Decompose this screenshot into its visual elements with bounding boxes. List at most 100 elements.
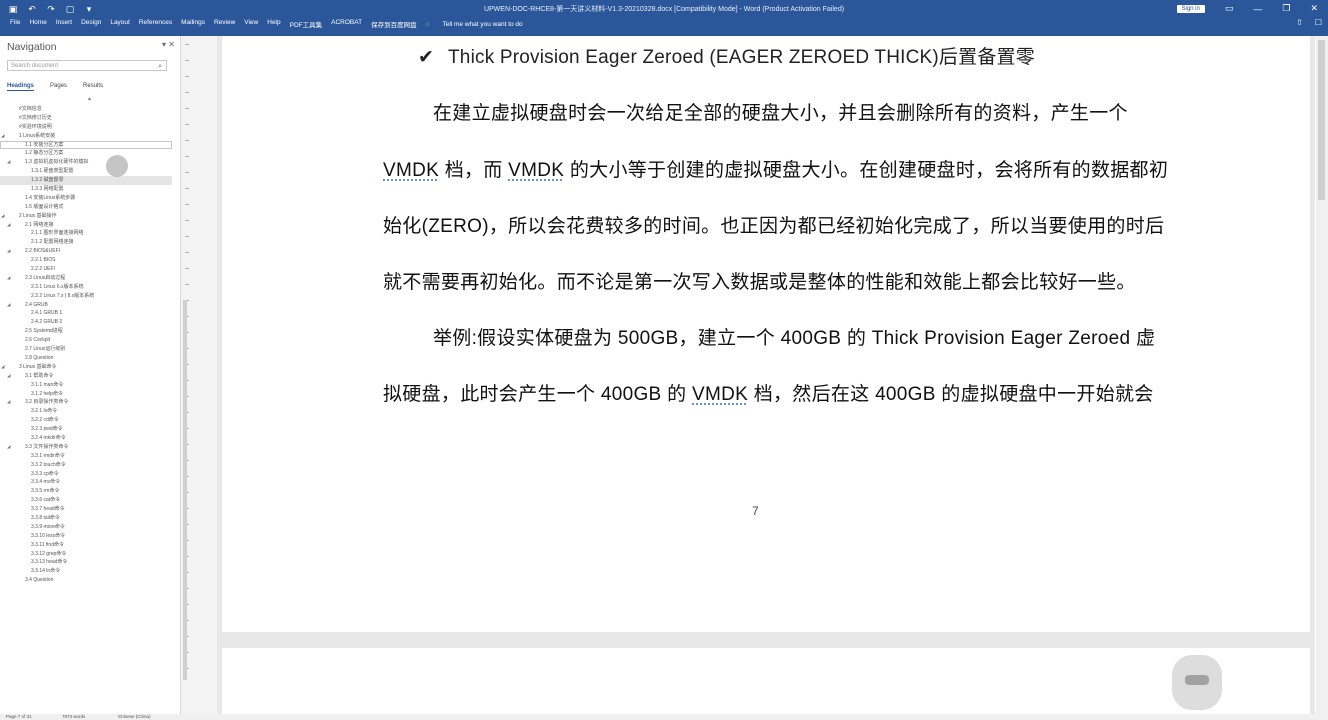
scroll-up-icon[interactable]: ▲ — [87, 96, 92, 102]
language[interactable]: Chinese (China) — [118, 714, 151, 719]
sign-in-button[interactable]: Sign in — [1176, 4, 1205, 13]
tab-layout[interactable]: Layout — [110, 19, 139, 29]
nav-heading-item[interactable]: 2.3.1 Linux 6.x版本系统 — [0, 283, 172, 292]
nav-heading-item[interactable]: 3.3.11 find命令 — [0, 541, 172, 550]
nav-heading-item[interactable]: 1.2 静态分区方案 — [0, 149, 172, 158]
nav-heading-item[interactable]: 3.3.10 less命令 — [0, 532, 172, 541]
nav-heading-item[interactable]: 3.2.2 cd命令 — [0, 416, 172, 425]
nav-heading-item[interactable]: 1.4 安装Linux系统步骤 — [0, 194, 172, 203]
close-button[interactable]: ✕ — [1310, 3, 1318, 14]
nav-heading-item[interactable]: 3.2.3 pwd命令 — [0, 425, 172, 434]
comments-icon[interactable]: ☐ — [1315, 18, 1322, 27]
collapse-chevron-icon[interactable]: ◢ — [1, 363, 4, 372]
nav-scroll-thumb[interactable] — [183, 300, 187, 680]
nav-heading-item[interactable]: 2.6 Cockpit — [0, 336, 172, 345]
tab-review[interactable]: Review — [214, 19, 244, 29]
nav-heading-item[interactable]: 2.7 Linux运行级别 — [0, 345, 172, 354]
nav-heading-item[interactable]: 3.3.5 rm命令 — [0, 487, 172, 496]
nav-heading-item[interactable]: 3.3.7 head命令 — [0, 505, 172, 514]
nav-heading-item[interactable]: 1.1 安装分区方案 — [0, 140, 172, 150]
nav-heading-item[interactable]: 3.3.12 grep命令 — [0, 550, 172, 559]
tab-pages[interactable]: Pages — [50, 83, 67, 91]
nav-heading-item[interactable]: 1.5 版面设计格式 — [0, 203, 172, 212]
nav-options-icon[interactable]: ▾ ✕ — [162, 40, 175, 49]
nav-heading-item[interactable]: 3.3.8 tail命令 — [0, 514, 172, 523]
nav-heading-item[interactable]: 3.3.6 cat命令 — [0, 496, 172, 505]
tab-home[interactable]: Home — [29, 19, 55, 29]
nav-heading-item[interactable]: ◢ 1.3 虚拟机虚拟化硬件的模拟 — [0, 158, 172, 167]
nav-heading-item[interactable]: 3.3.1 rmdir命令 — [0, 452, 172, 461]
nav-heading-item[interactable]: 2.5 Systemd进程 — [0, 327, 172, 336]
para2-line2-text-b: 档，然后在这 400GB 的虚拟硬盘中一开始就会 — [748, 384, 1154, 405]
nav-search-input[interactable]: Search document ⌕ — [7, 60, 167, 71]
tab-file[interactable]: File — [10, 19, 29, 29]
next-page[interactable] — [222, 648, 1310, 714]
collapse-chevron-icon[interactable]: ◢ — [7, 398, 10, 407]
word-count[interactable]: 7973 words — [62, 714, 85, 719]
nav-heading-item[interactable]: 2.8 Question — [0, 354, 172, 363]
nav-heading-item[interactable]: 3.3.3 cp命令 — [0, 470, 172, 479]
nav-heading-item[interactable]: 2.1.1 图形界面连接网络 — [0, 229, 172, 238]
collapse-chevron-icon[interactable]: ◢ — [7, 274, 10, 283]
nav-heading-item[interactable]: ◢ 2.2 BIOS&UEFI — [0, 247, 172, 256]
ribbon-display-icon[interactable]: ▭ — [1225, 3, 1234, 14]
nav-heading-item[interactable]: #文档信息 — [0, 105, 172, 114]
collapse-chevron-icon[interactable]: ◢ — [7, 301, 10, 310]
nav-heading-item[interactable]: 3.2.4 mkdir命令 — [0, 434, 172, 443]
tab-insert[interactable]: Insert — [56, 19, 81, 29]
nav-heading-item[interactable]: 3.3.9 more命令 — [0, 523, 172, 532]
collapse-chevron-icon[interactable]: ◢ — [7, 372, 10, 381]
nav-heading-item[interactable]: ◢ 1 Linux系统安装 — [0, 132, 172, 141]
nav-heading-item[interactable]: 2.2.2 UEFI — [0, 265, 172, 274]
nav-heading-item[interactable]: ◢ 2 Linux 基础操作 — [0, 212, 172, 221]
collapse-chevron-icon[interactable]: ◢ — [7, 158, 10, 167]
tab-baidu-save[interactable]: 保存到百度网盘 — [371, 19, 426, 29]
tab-view[interactable]: View — [244, 19, 267, 29]
collapse-chevron-icon[interactable]: ◢ — [7, 221, 10, 230]
nav-heading-item[interactable]: 2.3.2 Linux 7.x | 8.x版本系统 — [0, 292, 172, 301]
nav-heading-item[interactable]: ◢ 2.4 GRUB — [0, 301, 172, 310]
tab-pdf-tools[interactable]: PDF工具集 — [290, 19, 332, 29]
collapse-chevron-icon[interactable]: ◢ — [7, 247, 10, 256]
share-icon[interactable]: ⇧ — [1296, 18, 1303, 27]
nav-heading-item[interactable]: ◢ 2.3 Linux启动过程 — [0, 274, 172, 283]
tab-results[interactable]: Results — [83, 83, 103, 91]
nav-heading-item[interactable]: #文档修订历史 — [0, 114, 172, 123]
nav-heading-item[interactable]: ◢ 3 Linux 基础命令 — [0, 363, 172, 372]
page-count[interactable]: Page 7 of 31 — [6, 714, 32, 719]
nav-heading-item[interactable]: 1.3.1 硬盘类型配置 — [0, 167, 172, 176]
nav-heading-item[interactable]: 2.4.2 GRUB 2 — [0, 318, 172, 327]
tab-headings[interactable]: Headings — [7, 83, 35, 91]
tab-design[interactable]: Design — [81, 19, 110, 29]
nav-heading-item[interactable]: ◢ 3.2 目录操作类命令 — [0, 398, 172, 407]
tab-references[interactable]: References — [139, 19, 181, 29]
nav-heading-item[interactable]: #实验环境说明 — [0, 123, 172, 132]
nav-heading-item[interactable]: 3.3.2 touch命令 — [0, 461, 172, 470]
nav-heading-item[interactable]: ◢ 3.1 帮助命令 — [0, 372, 172, 381]
nav-heading-item[interactable]: 3.3.4 mv命令 — [0, 478, 172, 487]
nav-heading-item[interactable]: 3.3.13 head命令 — [0, 558, 172, 567]
nav-heading-item[interactable]: 3.1.1 man命令 — [0, 381, 172, 390]
nav-heading-item[interactable]: ◢ 3.3 文件操作类命令 — [0, 443, 172, 452]
nav-heading-item[interactable]: ◢ 2.1 网络连接 — [0, 221, 172, 230]
collapse-chevron-icon[interactable]: ◢ — [1, 212, 4, 221]
nav-heading-item[interactable]: 2.4.1 GRUB 1 — [0, 309, 172, 318]
nav-heading-item[interactable]: 1.3.2 磁盘置零 — [0, 176, 172, 186]
restore-button[interactable]: ❐ — [1282, 3, 1290, 14]
nav-heading-item[interactable]: 1.3.3 网络配置 — [0, 185, 172, 194]
minimize-button[interactable]: — — [1253, 4, 1262, 14]
tell-me-box[interactable]: ◌ Tell me what you want to do — [426, 19, 541, 29]
document-scroll-thumb[interactable] — [1318, 40, 1325, 200]
tab-mailings[interactable]: Mailings — [181, 19, 214, 29]
collapse-chevron-icon[interactable]: ◢ — [1, 132, 4, 141]
nav-heading-item[interactable]: 3.4 Question — [0, 576, 172, 585]
nav-heading-item[interactable]: 3.1.2 help命令 — [0, 390, 172, 399]
nav-heading-item[interactable]: 2.1.2 配置网络连接 — [0, 238, 172, 247]
nav-heading-item[interactable]: 2.2.1 BIOS — [0, 256, 172, 265]
nav-heading-item[interactable]: 3.2.1 ls命令 — [0, 407, 172, 416]
tab-help[interactable]: Help — [267, 19, 289, 29]
collapse-chevron-icon[interactable]: ◢ — [7, 443, 10, 452]
search-icon[interactable]: ⌕ — [158, 61, 162, 72]
tab-acrobat[interactable]: ACROBAT — [331, 19, 371, 29]
nav-heading-item[interactable]: 3.3.14 ln命令 — [0, 567, 172, 576]
